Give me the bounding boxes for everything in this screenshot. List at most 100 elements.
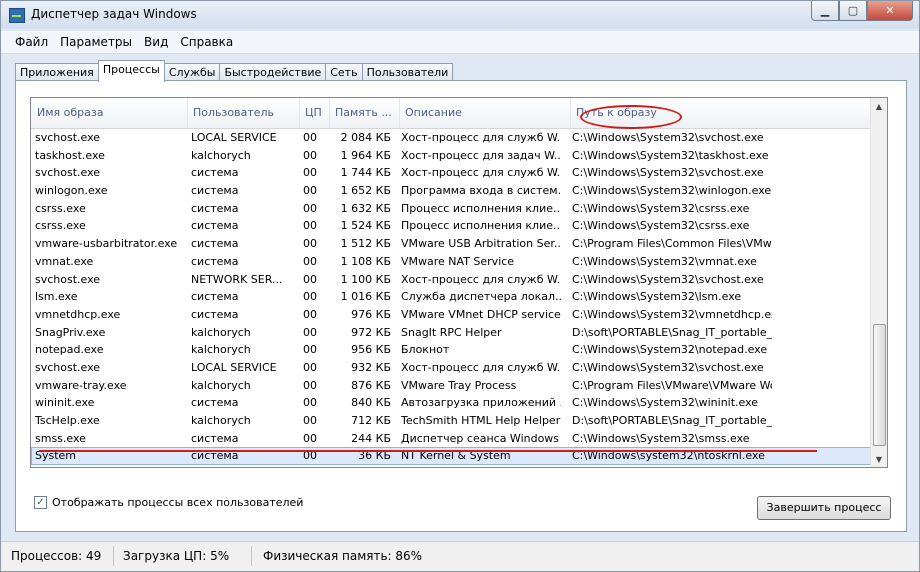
process-user: система [191, 431, 239, 445]
table-row[interactable]: svchost.exe система 00 1 744 КБ Хост-процесс… [31, 164, 873, 182]
process-path: C:\Windows\System32\svchost.exe [572, 360, 764, 374]
process-description: VMware NAT Service [401, 254, 515, 268]
table-row[interactable]: smss.exe система 00 244 КБ Диспетчер сеанса … [31, 430, 873, 448]
table-row[interactable]: taskhost.exe kalchorych 00 1 964 КБ Хост-про… [31, 147, 873, 165]
process-cpu: 00 [303, 272, 317, 286]
process-memory: 976 КБ [351, 307, 391, 321]
process-user: система [191, 396, 239, 410]
table-row[interactable]: Бездействие системы система 95 0 КБ Процент … [31, 465, 873, 467]
table-row[interactable]: wininit.exe система 00 840 КБ Автозагрузка п… [31, 394, 873, 412]
process-description: Блокнот [401, 343, 450, 357]
process-cpu: 00 [303, 201, 317, 215]
process-user: NETWORK SER... [191, 272, 283, 286]
show-all-users-option[interactable]: ✓ Отображать процессы всех пользователей [34, 496, 303, 509]
column-memory[interactable]: Память ... [329, 98, 400, 128]
process-user: kalchorych [191, 378, 251, 392]
minimize-icon: ▁ [820, 4, 830, 17]
process-memory: 1 964 КБ [340, 148, 391, 162]
process-path: C:\Windows\System32\wininit.exe [572, 396, 759, 410]
process-memory: 1 524 КБ [340, 219, 391, 233]
caption-buttons: ▁ ▢ ✕ [811, 1, 913, 21]
process-path: C:\Windows\System32\vmnat.exe [572, 254, 757, 268]
process-user: система [191, 201, 239, 215]
show-all-users-checkbox[interactable]: ✓ [34, 496, 47, 509]
column-image-name[interactable]: Имя образа [31, 98, 188, 128]
process-path: D:\soft\PORTABLE\Snag_IT_portable_... [572, 325, 772, 339]
table-row[interactable]: svchost.exe LOCAL SERVICE 00 932 КБ Хост-про… [31, 359, 873, 377]
process-path: C:\Windows\System32\svchost.exe [572, 272, 764, 286]
table-row[interactable]: vmware-usbarbitrator.exe система 00 1 512 К… [31, 235, 873, 253]
status-bar: Процессов: 49 Загрузка ЦП: 5% Физическая… [1, 541, 919, 571]
table-row[interactable]: csrss.exe система 00 1 524 КБ Процесс исполн… [31, 217, 873, 235]
process-name: smss.exe [35, 431, 86, 445]
tab-processes[interactable]: Процессы [97, 60, 165, 82]
close-button[interactable]: ✕ [867, 1, 913, 21]
process-user: система [191, 254, 239, 268]
table-row[interactable]: lsm.exe система 00 1 016 КБ Служба диспетчер… [31, 288, 873, 306]
process-user: LOCAL SERVICE [191, 131, 277, 144]
process-list[interactable]: Имя образа Пользователь ЦП Память ... Оп… [30, 97, 888, 468]
table-row[interactable]: vmnat.exe система 00 1 108 КБ VMware NAT Ser… [31, 253, 873, 271]
process-cpu: 00 [303, 431, 317, 445]
status-cpu: Загрузка ЦП: 5% [123, 549, 230, 563]
scroll-thumb[interactable] [873, 324, 886, 446]
column-description[interactable]: Описание [399, 98, 571, 128]
status-divider [251, 546, 252, 566]
process-user: система [191, 184, 239, 198]
process-name: svchost.exe [35, 131, 101, 144]
process-memory: 876 КБ [351, 378, 391, 392]
process-description: Программа входа в систем... [401, 184, 561, 198]
process-name: vmware-usbarbitrator.exe [35, 237, 178, 251]
table-row[interactable]: SnagPriv.exe kalchorych 00 972 КБ SnagIt RPC… [31, 324, 873, 342]
process-cpu: 00 [303, 343, 317, 357]
process-memory: 1 108 КБ [340, 254, 391, 268]
minimize-button[interactable]: ▁ [811, 1, 839, 21]
process-path: C:\Windows\System32\csrss.exe [572, 201, 750, 215]
process-cpu: 00 [303, 166, 317, 180]
process-user: система [191, 237, 239, 251]
process-name: svchost.exe [35, 166, 101, 180]
process-path: C:\Windows\System32\winlogon.exe [572, 184, 772, 198]
process-description: Хост-процесс для служб W... [401, 166, 561, 180]
table-row[interactable]: svchost.exe NETWORK SER... 00 1 100 КБ Хост-… [31, 271, 873, 289]
vertical-scrollbar[interactable]: ▲ ▼ [870, 98, 887, 467]
table-row[interactable]: vmnetdhcp.exe система 00 976 КБ VMware VMnet… [31, 306, 873, 324]
task-manager-icon [9, 8, 25, 23]
table-row[interactable]: vmware-tray.exe kalchorych 00 876 КБ VMware … [31, 377, 873, 395]
process-memory: 1 512 КБ [340, 237, 391, 251]
column-user[interactable]: Пользователь [187, 98, 300, 128]
column-cpu[interactable]: ЦП [299, 98, 330, 128]
scroll-up-icon[interactable]: ▲ [871, 98, 887, 114]
menu-view[interactable]: Вид [138, 35, 174, 49]
close-icon: ✕ [885, 4, 895, 17]
table-row[interactable]: TscHelp.exe kalchorych 00 712 КБ TechSmith H… [31, 412, 873, 430]
show-all-users-label: Отображать процессы всех пользователей [52, 496, 304, 509]
process-cpu: 00 [303, 131, 317, 144]
menu-help[interactable]: Справка [174, 35, 239, 49]
scroll-down-icon[interactable]: ▼ [871, 451, 887, 467]
menu-file[interactable]: Файл [1, 35, 54, 49]
process-name: csrss.exe [35, 201, 86, 215]
process-name: csrss.exe [35, 219, 86, 233]
process-name: wininit.exe [35, 396, 95, 410]
table-row[interactable]: notepad.exe kalchorych 00 956 КБ Блокнот C:\W… [31, 341, 873, 359]
end-process-button[interactable]: Завершить процесс [757, 496, 891, 520]
table-row[interactable]: csrss.exe система 00 1 632 КБ Процесс исполн… [31, 200, 873, 218]
process-description: TechSmith HTML Help Helper [401, 414, 561, 427]
process-memory: 2 084 КБ [340, 131, 391, 144]
maximize-button[interactable]: ▢ [839, 1, 867, 21]
process-memory: 1 632 КБ [340, 201, 391, 215]
maximize-icon: ▢ [847, 4, 859, 17]
table-row[interactable]: svchost.exe LOCAL SERVICE 00 2 084 КБ Хост-п… [31, 129, 873, 147]
process-name: SnagPriv.exe [35, 325, 106, 339]
process-name: lsm.exe [35, 290, 78, 304]
process-memory: 0 КБ [331, 465, 391, 467]
process-description: Служба диспетчера локал... [401, 290, 561, 304]
title-bar[interactable]: Диспетчер задач Windows ▁ ▢ ✕ [1, 1, 919, 29]
process-memory: 956 КБ [351, 343, 391, 357]
process-memory: 712 КБ [351, 414, 391, 427]
menu-options[interactable]: Параметры [54, 35, 138, 49]
process-name: svchost.exe [35, 360, 101, 374]
process-path: C:\Windows\System32\vmnetdhcp.exe [572, 307, 772, 321]
table-row[interactable]: winlogon.exe система 00 1 652 КБ Программа в… [31, 182, 873, 200]
